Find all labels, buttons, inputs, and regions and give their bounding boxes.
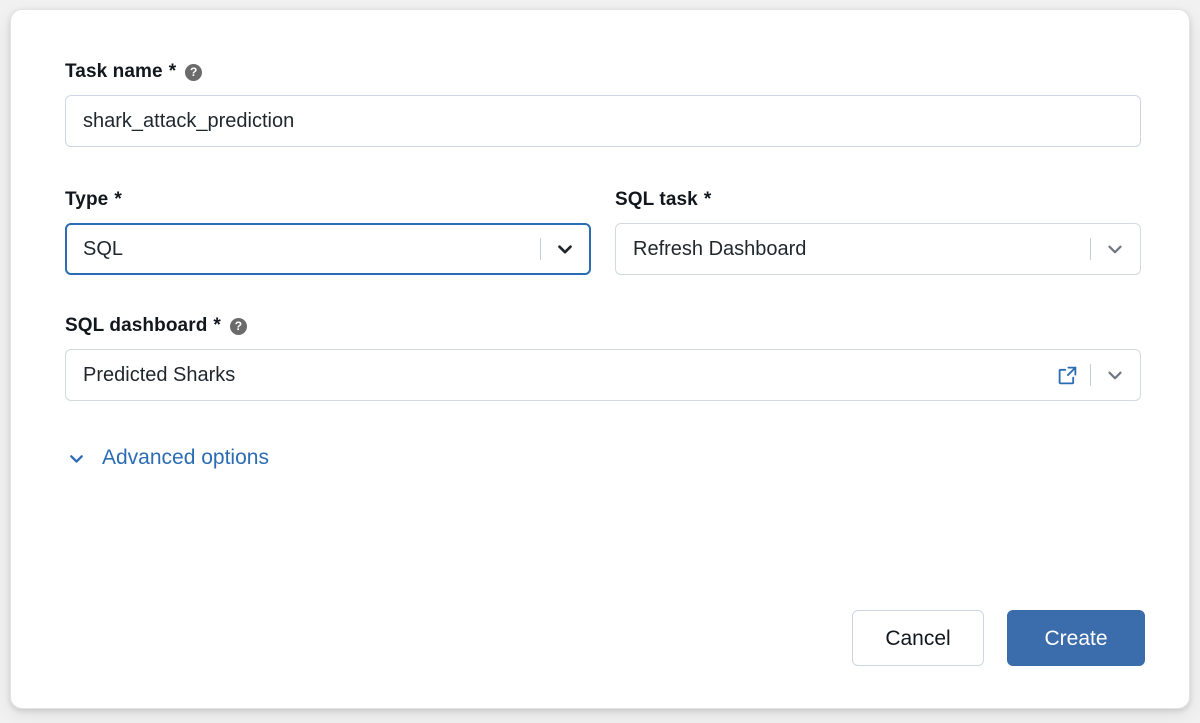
advanced-options-toggle[interactable]: Advanced options — [65, 446, 269, 470]
field-sql-dashboard: SQL dashboard * ? Predicted Sharks — [65, 314, 1141, 401]
sql-task-select-affix — [1086, 236, 1128, 262]
help-circle-icon[interactable]: ? — [185, 64, 203, 81]
external-link-icon[interactable] — [1054, 362, 1080, 388]
sql-dashboard-select-divider — [1090, 364, 1091, 386]
field-type: Type * SQL — [65, 188, 591, 275]
sql-dashboard-required-mark: * — [213, 315, 221, 336]
help-circle-icon[interactable]: ? — [229, 318, 247, 335]
sql-dashboard-select-value: Predicted Sharks — [83, 363, 236, 386]
sql-task-select[interactable]: Refresh Dashboard — [615, 223, 1141, 275]
task-name-required-mark: * — [168, 61, 177, 82]
dialog-footer: Cancel Create — [852, 610, 1145, 666]
sql-dashboard-select[interactable]: Predicted Sharks — [65, 349, 1141, 401]
chevron-down-icon[interactable] — [1102, 236, 1128, 262]
field-sql-task: SQL task * Refresh Dashboard — [615, 188, 1141, 275]
chevron-down-icon — [65, 447, 87, 469]
task-name-label: Task name * ? — [65, 60, 1141, 84]
sql-task-select-value: Refresh Dashboard — [633, 237, 807, 260]
advanced-options-label: Advanced options — [102, 446, 269, 469]
task-name-input[interactable] — [65, 95, 1141, 147]
task-name-label-text: Task name — [65, 61, 163, 82]
type-select[interactable]: SQL — [65, 223, 591, 275]
cancel-button[interactable]: Cancel — [852, 610, 984, 666]
sql-dashboard-label-text: SQL dashboard — [65, 315, 208, 336]
sql-task-select-divider — [1090, 238, 1091, 260]
type-label-text: Type — [65, 189, 109, 210]
create-task-dialog: Task name * ? Type * SQL — [10, 9, 1190, 709]
type-and-sql-task-row: Type * SQL SQL task * Refresh Dashboard — [65, 188, 1141, 275]
sql-dashboard-label: SQL dashboard * ? — [65, 314, 1141, 338]
type-select-affix — [536, 236, 578, 262]
type-required-mark: * — [114, 189, 122, 210]
task-form: Task name * ? Type * SQL — [65, 60, 1141, 474]
sql-task-label: SQL task * — [615, 188, 1141, 212]
chevron-down-icon[interactable] — [552, 236, 578, 262]
create-button[interactable]: Create — [1007, 610, 1145, 666]
type-label: Type * — [65, 188, 591, 212]
sql-task-required-mark: * — [703, 189, 712, 210]
type-select-divider — [540, 238, 541, 260]
sql-task-label-text: SQL task — [615, 189, 698, 210]
chevron-down-icon[interactable] — [1102, 362, 1128, 388]
field-task-name: Task name * ? — [65, 60, 1141, 147]
type-select-value: SQL — [83, 237, 124, 260]
sql-dashboard-select-affix — [1054, 362, 1128, 388]
